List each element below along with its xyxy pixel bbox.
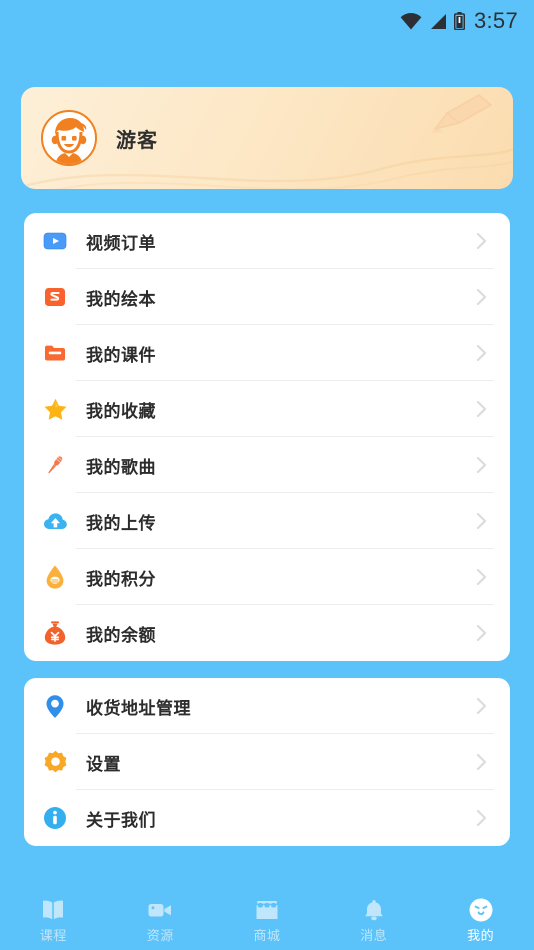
avatar[interactable] (41, 110, 97, 166)
menu-item-label: 我的课件 (86, 345, 156, 365)
chevron-right-icon (476, 697, 487, 715)
menu-item-about-us[interactable]: 关于我们 (24, 790, 510, 846)
chevron-right-icon (476, 512, 487, 530)
money-bag-icon (42, 620, 68, 646)
menu-item-my-picture-books[interactable]: 我的绘本 (24, 269, 510, 325)
status-bar: 3:57 (0, 0, 534, 42)
chevron-right-icon (476, 456, 487, 474)
tab-resources[interactable]: 资源 (107, 892, 214, 950)
store-icon (254, 898, 280, 922)
smiley-face-icon (468, 898, 494, 922)
menu-item-label: 我的积分 (86, 569, 156, 589)
menu-item-label: 我的上传 (86, 513, 156, 533)
tab-mine[interactable]: 我的 (427, 892, 534, 950)
bottom-tab-bar: 课程 资源 商城 消息 我的 (0, 892, 534, 950)
location-pin-icon (42, 693, 68, 719)
cloud-upload-icon (42, 508, 68, 534)
menu-item-label: 我的歌曲 (86, 457, 156, 477)
chevron-right-icon (476, 400, 487, 418)
tab-label: 我的 (467, 928, 495, 943)
video-play-icon (42, 228, 68, 254)
info-icon (42, 805, 68, 831)
tab-label: 资源 (146, 928, 174, 943)
menu-item-my-favorites[interactable]: 我的收藏 (24, 381, 510, 437)
app-screen: 3:57 游客 视频订单 我的绘本 我的课件 我的收藏 我的歌曲 我的上传 我的… (0, 0, 534, 950)
folder-icon (42, 340, 68, 366)
menu-item-settings[interactable]: 设置 (24, 734, 510, 790)
chevron-right-icon (476, 624, 487, 642)
tab-store[interactable]: 商城 (214, 892, 321, 950)
menu-item-video-orders[interactable]: 视频订单 (24, 213, 510, 269)
profile-card[interactable]: 游客 (21, 87, 513, 189)
chevron-right-icon (476, 753, 487, 771)
tab-courses[interactable]: 课程 (0, 892, 107, 950)
chevron-right-icon (476, 232, 487, 250)
tab-label: 消息 (360, 928, 388, 943)
tab-messages[interactable]: 消息 (320, 892, 427, 950)
star-icon (42, 396, 68, 422)
signal-icon (430, 13, 446, 29)
points-drop-icon (42, 564, 68, 590)
menu-item-label: 我的余额 (86, 625, 156, 645)
menu-item-label: 我的绘本 (86, 289, 156, 309)
microphone-icon (42, 452, 68, 478)
menu-item-my-points[interactable]: 我的积分 (24, 549, 510, 605)
user-avatar-boy-icon (44, 113, 94, 164)
tab-label: 商城 (253, 928, 281, 943)
menu-item-my-songs[interactable]: 我的歌曲 (24, 437, 510, 493)
chevron-right-icon (476, 288, 487, 306)
pencil-watermark-icon (431, 94, 493, 133)
menu-item-my-balance[interactable]: 我的余额 (24, 605, 510, 661)
status-bar-time: 3:57 (473, 8, 518, 33)
tab-label: 课程 (39, 928, 67, 943)
menu-item-label: 关于我们 (86, 810, 156, 830)
book-icon (40, 898, 66, 922)
menu-item-label: 设置 (86, 754, 121, 774)
menu-card-primary: 视频订单 我的绘本 我的课件 我的收藏 我的歌曲 我的上传 我的积分 我的余额 (24, 213, 510, 661)
menu-item-label: 收货地址管理 (86, 698, 191, 718)
chevron-right-icon (476, 568, 487, 586)
video-camera-icon (147, 898, 173, 922)
chevron-right-icon (476, 344, 487, 362)
bell-icon (361, 898, 387, 922)
menu-item-shipping-address[interactable]: 收货地址管理 (24, 678, 510, 734)
menu-item-my-uploads[interactable]: 我的上传 (24, 493, 510, 549)
menu-item-my-courseware[interactable]: 我的课件 (24, 325, 510, 381)
gear-icon (42, 749, 68, 775)
menu-item-label: 视频订单 (86, 233, 156, 253)
profile-name: 游客 (116, 129, 158, 152)
menu-item-label: 我的收藏 (86, 401, 156, 421)
battery-icon (453, 12, 465, 30)
wifi-icon (400, 12, 422, 30)
menu-card-secondary: 收货地址管理 设置 关于我们 (24, 678, 510, 846)
chevron-right-icon (476, 809, 487, 827)
picture-book-s-icon (42, 284, 68, 310)
